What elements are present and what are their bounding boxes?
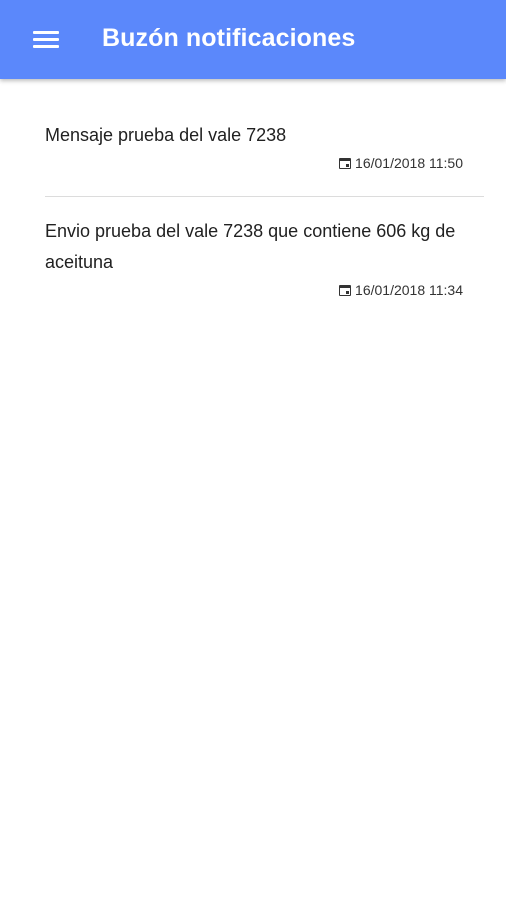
calendar-icon [339, 284, 352, 296]
notifications-list: Mensaje prueba del vale 7238 16/01/2018 … [0, 79, 506, 298]
app-bar: Buzón notificaciones [0, 0, 506, 79]
notification-message: Envio prueba del vale 7238 que contiene … [45, 221, 456, 272]
notification-item[interactable]: Envio prueba del vale 7238 que contiene … [45, 79, 484, 300]
notification-datetime: 16/01/2018 11:34 [355, 282, 463, 298]
notification-date: 16/01/2018 11:34 [45, 280, 484, 300]
app-screen: Buzón notificaciones Mensaje prueba del … [0, 0, 506, 900]
menu-icon[interactable] [33, 31, 59, 49]
page-title: Buzón notificaciones [102, 24, 356, 52]
